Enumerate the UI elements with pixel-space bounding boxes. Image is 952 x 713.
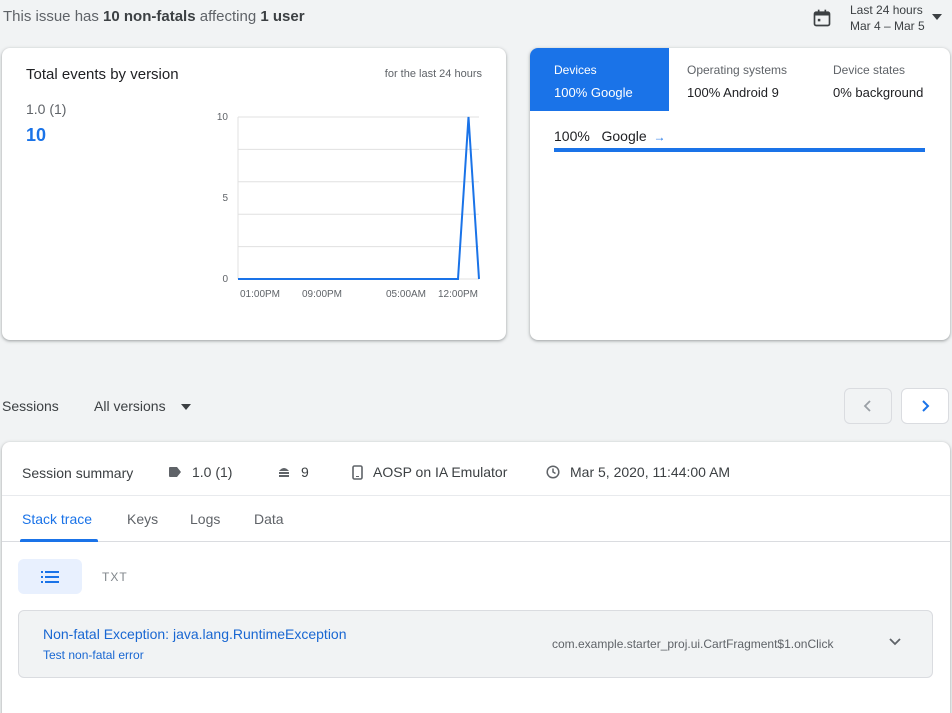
chevron-down-icon[interactable] [888,637,902,647]
session-summary: Session summary 1.0 (1) 9 AOSP on IA Emu… [2,442,950,496]
arrow-right-icon: → [653,130,666,144]
tab-os-value: 100% Android 9 [687,85,779,100]
chevron-right-icon [922,400,930,412]
chart-y-tick-label: 10 [217,112,229,123]
label-tag-icon [169,467,181,477]
chart-x-tick-label: 12:00PM [438,289,478,300]
events-by-version-card: Total events by version for the last 24 … [2,48,506,340]
android-icon [279,468,289,477]
date-range-dates: Mar 4 – Mar 5 [850,19,925,33]
version-label: 1.0 (1) [26,101,67,117]
clock-icon [546,465,560,479]
tab-operating-systems[interactable]: Operating systems 100% Android 9 [663,48,809,111]
issue-summary: This issue has 10 non-fatals affecting 1… [3,8,305,25]
session-tabs: Stack trace Keys Logs Data [2,497,950,542]
date-range-picker[interactable]: Last 24 hours Mar 4 – Mar 5 [812,2,952,36]
device-row-google[interactable]: 100% Google → [554,128,666,144]
tab-keys[interactable]: Keys [127,511,158,527]
tab-stack-trace[interactable]: Stack trace [22,511,92,527]
chart-y-tick-label: 5 [222,193,228,204]
chart-x-tick-label: 05:00AM [386,289,426,300]
chart-x-tick-label: 01:00PM [240,289,280,300]
chart-y-tick-label: 0 [222,274,228,285]
exception-message: Test non-fatal error [43,648,144,662]
device-percent: 100% [554,128,590,144]
tab-states-label: Device states [833,63,906,77]
phone-icon [352,464,363,480]
device-share-bar [554,148,925,152]
events-card-title: Total events by version [26,66,179,83]
chart-series-line [238,116,480,280]
chart-x-tick-label: 09:00PM [302,289,342,300]
caret-down-icon [932,14,942,20]
session-summary-label: Session summary [22,465,134,481]
previous-session-button[interactable] [844,388,892,424]
session-time: Mar 5, 2020, 11:44:00 AM [546,464,730,480]
session-version: 1.0 (1) [168,464,232,480]
chevron-left-icon [863,400,871,412]
tab-logs[interactable]: Logs [190,511,220,527]
tab-devices[interactable]: Devices 100% Google [530,48,669,111]
events-card-subtitle: for the last 24 hours [384,68,482,80]
caret-down-icon[interactable] [181,404,191,410]
session-device: AOSP on IA Emulator [352,464,507,480]
exception-title[interactable]: Non-fatal Exception: java.lang.RuntimeEx… [43,626,347,642]
versions-select[interactable]: All versions [94,398,166,414]
sessions-label: Sessions [2,398,59,414]
next-session-button[interactable] [901,388,949,424]
tab-states-value: 0% background [833,85,924,100]
calendar-icon [813,9,831,27]
tab-data[interactable]: Data [254,511,284,527]
list-icon [41,570,59,583]
tab-device-states[interactable]: Device states 0% background [809,48,950,111]
devices-card: Devices 100% Google Operating systems 10… [530,48,950,340]
events-line-chart: 0 5 10 01:00PM 09:00PM 05:00AM 12:00PM [217,112,480,300]
exception-row[interactable]: Non-fatal Exception: java.lang.RuntimeEx… [18,610,933,678]
session-detail-card: Session summary 1.0 (1) 9 AOSP on IA Emu… [2,442,950,713]
exception-location: com.example.starter_proj.ui.CartFragment… [552,637,834,651]
tab-devices-label: Devices [554,63,597,77]
device-name: Google [601,128,647,144]
active-tab-indicator [20,539,98,542]
tab-devices-value: 100% Google [554,85,633,100]
session-os: 9 [277,464,309,480]
list-view-toggle[interactable] [18,559,82,594]
txt-view-toggle[interactable]: TXT [102,570,128,584]
date-range-label: Last 24 hours [850,3,923,17]
tab-os-label: Operating systems [687,63,788,77]
version-event-count: 10 [26,125,47,145]
